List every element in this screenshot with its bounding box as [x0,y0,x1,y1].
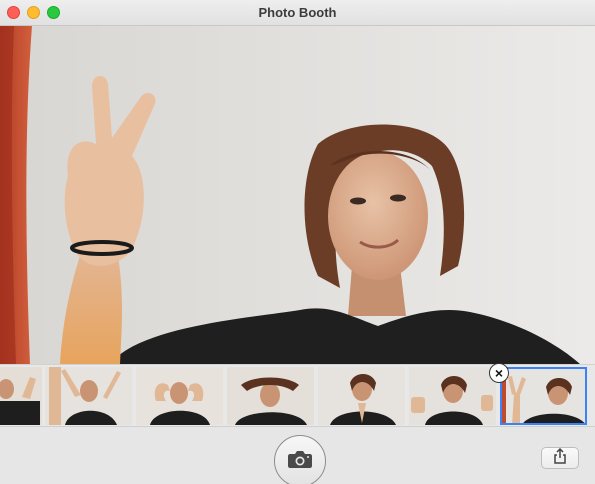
thumbnail-6[interactable] [409,367,496,425]
title-bar: Photo Booth [0,0,595,26]
thumbnail-1[interactable] [0,367,42,425]
thumbnail-3[interactable] [136,367,223,425]
share-icon [553,447,567,469]
camera-preview [0,26,595,364]
live-photo [0,26,595,364]
thumbnail-5[interactable] [318,367,405,425]
share-button[interactable] [541,447,579,469]
thumbnail-2[interactable] [45,367,132,425]
take-photo-button[interactable] [274,435,326,484]
window-title: Photo Booth [258,5,337,20]
delete-photo-button[interactable]: × [489,363,509,383]
thumbnail-4[interactable] [227,367,314,425]
bottom-toolbar [0,426,595,484]
camera-icon [287,449,313,474]
thumbnail-7-selected[interactable] [500,367,587,425]
